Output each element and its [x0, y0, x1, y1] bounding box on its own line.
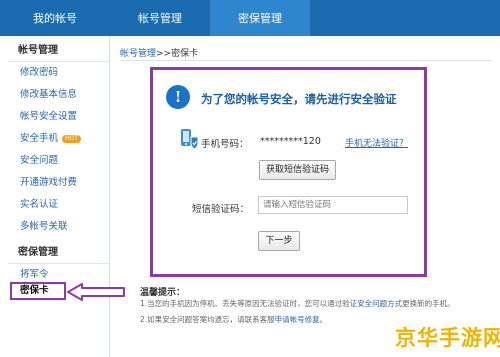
page: 我的帐号 帐号管理 密保管理 帐号管理 修改密码 修改基本信息 帐号安全设置 安… — [0, 0, 500, 357]
tip-2-text: 2.如果安全问题答案均遗忘，请联系客服 — [140, 315, 275, 324]
sidebar-item-security-phone[interactable]: 安全手机 HOT — [8, 128, 109, 150]
tip-1-end: 更换新的手机。 — [402, 299, 455, 308]
tip-1-text: 1.当您的手机因为停机、丢失等原因无法验证时，您可以通过验证 — [140, 299, 358, 308]
top-nav: 我的帐号 帐号管理 密保管理 — [0, 0, 500, 36]
tips-title: 温馨提示： — [140, 288, 186, 298]
sidebar-item-multi-account[interactable]: 多帐号关联 — [8, 216, 109, 238]
breadcrumb-link-account[interactable]: 帐号管理 — [120, 49, 156, 59]
phone-unavailable-link[interactable]: 手机无法验证？ — [345, 136, 408, 149]
sidebar: 帐号管理 修改密码 修改基本信息 帐号安全设置 安全手机 HOT 安全问题 开通游… — [8, 36, 110, 357]
sidebar-item-security-settings[interactable]: 帐号安全设置 — [8, 106, 109, 128]
annotation-arrow-icon — [67, 283, 125, 301]
verification-heading: 为了您的帐号安全，请先进行安全验证 — [201, 92, 397, 106]
sidebar-item-label: 帐号安全设置 — [20, 111, 78, 122]
tab-my-account[interactable]: 我的帐号 — [0, 0, 110, 36]
sidebar-item-label: 密保卡 — [20, 285, 49, 296]
sidebar-heading-account: 帐号管理 — [8, 40, 109, 62]
breadcrumb-current: >>密保卡 — [156, 49, 199, 59]
tab-security-management[interactable]: 密保管理 — [210, 0, 310, 36]
tip-1: 1.当您的手机因为停机、丢失等原因无法验证时，您可以通过验证安全问题方式更换新的… — [140, 298, 455, 309]
sms-code-label: 短信验证码： — [192, 204, 250, 215]
sidebar-item-game-payment[interactable]: 开通游戏付费 — [8, 172, 109, 194]
security-question-link[interactable]: 安全问题方式 — [357, 299, 402, 308]
next-step-button[interactable]: 下一步 — [258, 231, 300, 251]
sidebar-item-security-question[interactable]: 安全问题 — [8, 150, 109, 172]
sidebar-item-label: 多帐号关联 — [20, 221, 68, 232]
sidebar-item-label: 安全手机 — [20, 133, 59, 144]
sidebar-item-change-password[interactable]: 修改密码 — [8, 62, 109, 84]
phone-shield-icon — [181, 129, 199, 150]
sms-code-input[interactable] — [258, 196, 408, 214]
sidebar-item-label: 开通游戏付费 — [20, 177, 78, 188]
tip-2-end: 。 — [319, 315, 328, 324]
sidebar-item-label: 安全问题 — [20, 155, 59, 166]
tab-account-management[interactable]: 帐号管理 — [110, 0, 210, 36]
sidebar-item-label: 修改基本信息 — [20, 89, 78, 100]
sidebar-item-basic-info[interactable]: 修改基本信息 — [8, 84, 109, 106]
sidebar-item-real-name[interactable]: 实名认证 — [8, 194, 109, 216]
breadcrumb: 帐号管理>>密保卡 — [120, 46, 198, 59]
sidebar-item-security-card[interactable]: 密保卡 — [10, 282, 66, 300]
sidebar-item-label: 实名认证 — [20, 199, 59, 210]
hot-badge: HOT — [62, 135, 81, 143]
info-icon: ! — [166, 85, 190, 109]
get-sms-code-button[interactable]: 获取短信验证码 — [259, 160, 336, 180]
sidebar-item-label: 修改密码 — [20, 67, 59, 78]
account-repair-link[interactable]: 申请帐号修复 — [275, 315, 320, 324]
divider — [120, 60, 492, 61]
watermark: 京华手游网 — [395, 326, 500, 350]
sidebar-heading-security: 密保管理 — [8, 242, 109, 264]
phone-number-value: *********120 — [260, 136, 321, 147]
phone-label: 手机号码： — [201, 139, 249, 150]
tip-2: 2.如果安全问题答案均遗忘，请联系客服申请帐号修复。 — [140, 314, 327, 325]
